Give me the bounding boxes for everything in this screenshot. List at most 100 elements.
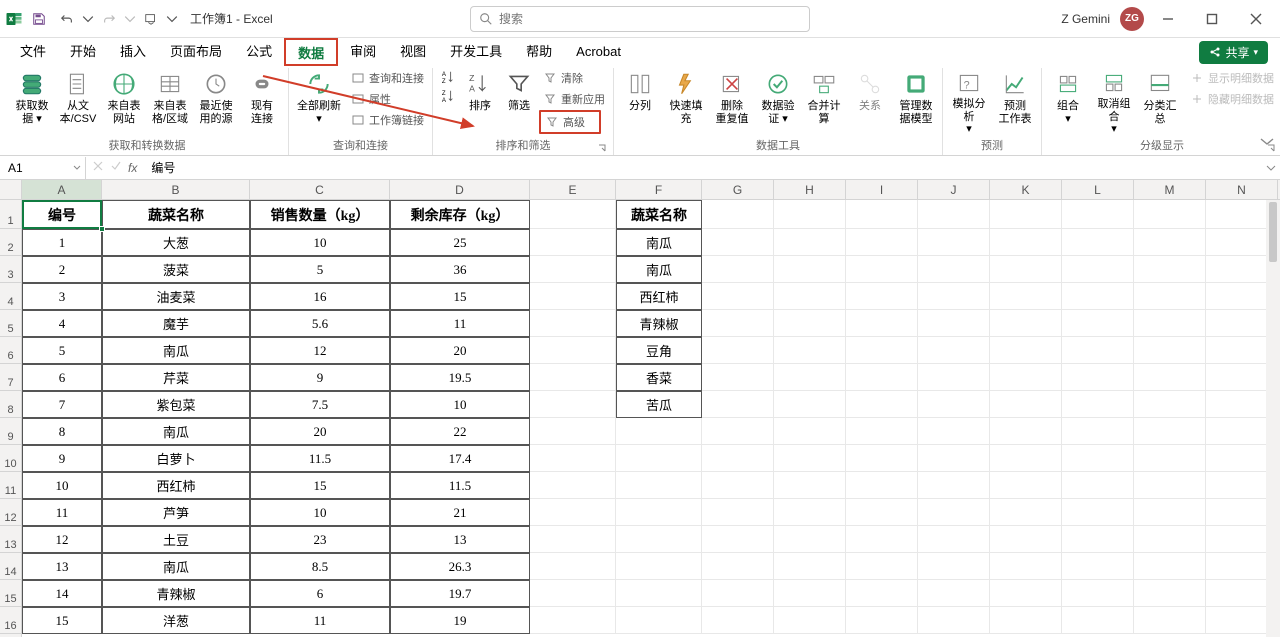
cell-I15[interactable] xyxy=(846,580,918,607)
cell-E4[interactable] xyxy=(530,283,616,310)
cell-D15[interactable]: 19.7 xyxy=(390,580,530,607)
cell-D7[interactable]: 19.5 xyxy=(390,364,530,391)
cell-L6[interactable] xyxy=(1062,337,1134,364)
query-查询和连接[interactable]: 查询和连接 xyxy=(347,68,428,88)
cell-I8[interactable] xyxy=(846,391,918,418)
cell-I4[interactable] xyxy=(846,283,918,310)
tab-帮助[interactable]: 帮助 xyxy=(514,38,564,66)
btn-subtotal[interactable]: 分类汇总 xyxy=(1138,68,1182,134)
cell-L13[interactable] xyxy=(1062,526,1134,553)
cell-M11[interactable] xyxy=(1134,472,1206,499)
share-button[interactable]: 共享 ▾ xyxy=(1199,41,1268,64)
btn-validate[interactable]: 数据验证 ▾ xyxy=(756,68,800,134)
btn-columns[interactable]: 分列 xyxy=(618,68,662,134)
qat-customize[interactable] xyxy=(166,6,178,32)
avatar[interactable]: ZG xyxy=(1120,7,1144,31)
cell-I9[interactable] xyxy=(846,418,918,445)
cell-F14[interactable] xyxy=(616,553,702,580)
btn-file[interactable]: 从文本/CSV xyxy=(56,68,100,134)
cell-C11[interactable]: 15 xyxy=(250,472,390,499)
tab-开始[interactable]: 开始 xyxy=(58,38,108,66)
cell-K13[interactable] xyxy=(990,526,1062,553)
row-header-1[interactable]: 1 xyxy=(0,200,21,229)
formula-input[interactable] xyxy=(147,161,1262,175)
cell-A10[interactable]: 9 xyxy=(22,445,102,472)
cell-C14[interactable]: 8.5 xyxy=(250,553,390,580)
cell-B6[interactable]: 南瓜 xyxy=(102,337,250,364)
cell-D3[interactable]: 36 xyxy=(390,256,530,283)
btn-whatif[interactable]: ?模拟分析▾ xyxy=(947,68,991,134)
tab-数据[interactable]: 数据 xyxy=(284,38,338,66)
sort-asc-button[interactable]: AZ xyxy=(437,68,459,86)
cell-H2[interactable] xyxy=(774,229,846,256)
fill-handle[interactable] xyxy=(99,226,105,232)
cell-E2[interactable] xyxy=(530,229,616,256)
close-button[interactable] xyxy=(1236,5,1276,33)
cell-I6[interactable] xyxy=(846,337,918,364)
cell-B14[interactable]: 南瓜 xyxy=(102,553,250,580)
cell-J10[interactable] xyxy=(918,445,990,472)
cell-D1[interactable]: 剩余库存（kg） xyxy=(390,200,530,229)
cell-J6[interactable] xyxy=(918,337,990,364)
cell-E10[interactable] xyxy=(530,445,616,472)
cell-B3[interactable]: 菠菜 xyxy=(102,256,250,283)
cell-H6[interactable] xyxy=(774,337,846,364)
cell-I14[interactable] xyxy=(846,553,918,580)
cell-E9[interactable] xyxy=(530,418,616,445)
cell-F10[interactable] xyxy=(616,445,702,472)
tab-Acrobat[interactable]: Acrobat xyxy=(564,38,633,66)
cell-K16[interactable] xyxy=(990,607,1062,634)
col-header-G[interactable]: G xyxy=(702,180,774,199)
cell-J12[interactable] xyxy=(918,499,990,526)
col-header-J[interactable]: J xyxy=(918,180,990,199)
tab-开发工具[interactable]: 开发工具 xyxy=(438,38,514,66)
formula-bar-expand[interactable] xyxy=(1262,163,1280,173)
cell-K9[interactable] xyxy=(990,418,1062,445)
cell-E5[interactable] xyxy=(530,310,616,337)
cell-M12[interactable] xyxy=(1134,499,1206,526)
cell-H3[interactable] xyxy=(774,256,846,283)
outline-隐藏明细数据[interactable]: 隐藏明细数据 xyxy=(1186,89,1278,109)
name-box[interactable]: A1 xyxy=(0,157,86,179)
cell-D16[interactable]: 19 xyxy=(390,607,530,634)
cell-H5[interactable] xyxy=(774,310,846,337)
query-属性[interactable]: 属性 xyxy=(347,89,428,109)
cell-M6[interactable] xyxy=(1134,337,1206,364)
undo-dropdown[interactable] xyxy=(82,6,94,32)
cells[interactable]: 编号蔬菜名称销售数量（kg）剩余库存（kg）蔬菜名称1大葱1025南瓜2菠菜53… xyxy=(22,200,1280,637)
cell-B7[interactable]: 芹菜 xyxy=(102,364,250,391)
row-header-14[interactable]: 14 xyxy=(0,553,21,580)
cell-F9[interactable] xyxy=(616,418,702,445)
cell-G2[interactable] xyxy=(702,229,774,256)
cell-D2[interactable]: 25 xyxy=(390,229,530,256)
cell-L7[interactable] xyxy=(1062,364,1134,391)
cell-A16[interactable]: 15 xyxy=(22,607,102,634)
dialog-launcher[interactable] xyxy=(597,143,607,153)
btn-clock[interactable]: 最近使用的源 xyxy=(194,68,238,134)
cell-K14[interactable] xyxy=(990,553,1062,580)
chevron-down-icon[interactable] xyxy=(73,161,81,175)
cancel-icon[interactable] xyxy=(92,160,104,175)
col-header-C[interactable]: C xyxy=(250,180,390,199)
btn-consolidate[interactable]: 合并计算 xyxy=(802,68,846,134)
row-header-12[interactable]: 12 xyxy=(0,499,21,526)
cell-D6[interactable]: 20 xyxy=(390,337,530,364)
cell-F12[interactable] xyxy=(616,499,702,526)
cell-F13[interactable] xyxy=(616,526,702,553)
sort-desc-button[interactable]: ZA xyxy=(437,87,459,105)
cell-L5[interactable] xyxy=(1062,310,1134,337)
cell-L4[interactable] xyxy=(1062,283,1134,310)
row-header-4[interactable]: 4 xyxy=(0,283,21,310)
cell-G8[interactable] xyxy=(702,391,774,418)
cell-H10[interactable] xyxy=(774,445,846,472)
cell-F5[interactable]: 青辣椒 xyxy=(616,310,702,337)
cell-C7[interactable]: 9 xyxy=(250,364,390,391)
cell-M8[interactable] xyxy=(1134,391,1206,418)
cell-J11[interactable] xyxy=(918,472,990,499)
cell-D10[interactable]: 17.4 xyxy=(390,445,530,472)
cell-L1[interactable] xyxy=(1062,200,1134,229)
row-header-3[interactable]: 3 xyxy=(0,256,21,283)
btn-dedup[interactable]: 删除重复值 xyxy=(710,68,754,134)
refresh-all-button[interactable]: 全部刷新▾ xyxy=(293,68,345,134)
cell-K4[interactable] xyxy=(990,283,1062,310)
